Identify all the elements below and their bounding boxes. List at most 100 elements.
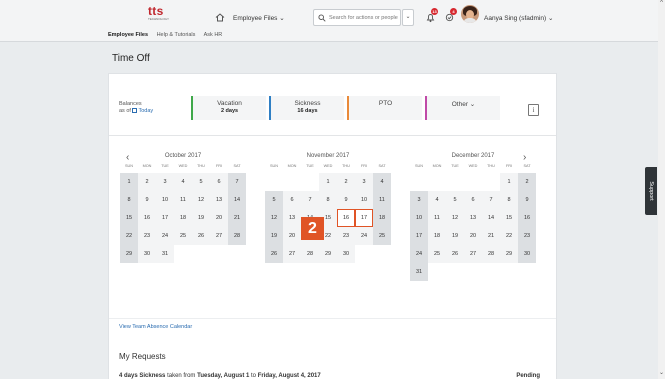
calendar-day[interactable]: 1	[120, 173, 138, 191]
calendar-day[interactable]: 3	[355, 173, 373, 191]
calendar-day[interactable]: 21	[482, 227, 500, 245]
calendar-day[interactable]: 10	[355, 191, 373, 209]
calendar-day[interactable]: 20	[464, 227, 482, 245]
calendar-day[interactable]: 3	[410, 191, 428, 209]
calendar-day[interactable]: 9	[138, 191, 156, 209]
calendar-day[interactable]: 22	[500, 227, 518, 245]
calendar-day[interactable]: 10	[156, 191, 174, 209]
calendar-day[interactable]: 2	[518, 173, 536, 191]
calendar-day[interactable]: 11	[428, 209, 446, 227]
calendar-day[interactable]: 30	[138, 245, 156, 263]
calendar-day[interactable]: 26	[192, 227, 210, 245]
calendar-day[interactable]: 20	[283, 227, 301, 245]
calendar-day[interactable]: 12	[265, 209, 283, 227]
module-menu[interactable]: Employee Files ⌄	[233, 14, 285, 22]
balance-tile-vacation[interactable]: Vacation 2 days	[191, 96, 266, 120]
calendar-day[interactable]: 18	[428, 227, 446, 245]
calendar-day[interactable]: 26	[265, 245, 283, 263]
calendar-day[interactable]: 15	[500, 209, 518, 227]
subnav-help-tutorials[interactable]: Help & Tutorials	[157, 32, 196, 38]
calendar-day[interactable]: 20	[210, 209, 228, 227]
calendar-day[interactable]: 11	[174, 191, 192, 209]
calendar-day[interactable]: 24	[410, 245, 428, 263]
calendar-day[interactable]: 16	[138, 209, 156, 227]
calendar-day[interactable]: 11	[373, 191, 391, 209]
calendar-day[interactable]: 13	[283, 209, 301, 227]
request-row[interactable]: 4 days Sickness taken from Tuesday, Augu…	[119, 373, 321, 379]
search-input[interactable]: Search for actions or people	[313, 9, 401, 26]
calendar-day[interactable]: 9	[518, 191, 536, 209]
calendar-day[interactable]: 23	[337, 227, 355, 245]
calendar-day[interactable]: 13	[464, 209, 482, 227]
calendar-day[interactable]: 19	[192, 209, 210, 227]
calendar-day[interactable]: 31	[156, 245, 174, 263]
calendar-day[interactable]: 8	[120, 191, 138, 209]
calendar-day[interactable]: 27	[464, 245, 482, 263]
info-icon[interactable]: i	[528, 104, 539, 116]
calendar-day[interactable]: 8	[319, 191, 337, 209]
calendar-day[interactable]: 29	[319, 245, 337, 263]
calendar-day[interactable]: 5	[192, 173, 210, 191]
calendar-day[interactable]: 19	[446, 227, 464, 245]
calendar-day[interactable]: 7	[482, 191, 500, 209]
home-icon[interactable]	[215, 13, 225, 22]
calendar-day[interactable]: 28	[301, 245, 319, 263]
calendar-day[interactable]: 9	[337, 191, 355, 209]
calendar-day[interactable]: 17	[156, 209, 174, 227]
calendar-day[interactable]: 17	[410, 227, 428, 245]
calendar-day[interactable]: 12	[192, 191, 210, 209]
scroll-down-arrow[interactable]: ⌄	[658, 369, 665, 379]
calendar-day[interactable]: 7	[301, 191, 319, 209]
search-scope-dropdown[interactable]: ⌄	[402, 9, 414, 26]
calendar-day[interactable]: 30	[518, 245, 536, 263]
calendar-day[interactable]: 8	[500, 191, 518, 209]
calendar-day[interactable]: 26	[446, 245, 464, 263]
calendar-day[interactable]: 16	[337, 209, 355, 227]
balance-tile-other[interactable]: Other ⌄	[425, 96, 500, 120]
calendar-day[interactable]: 24	[355, 227, 373, 245]
calendar-day[interactable]: 4	[428, 191, 446, 209]
support-tab[interactable]: Support	[645, 167, 657, 215]
calendar-day[interactable]: 5	[265, 191, 283, 209]
calendar-day[interactable]: 1	[319, 173, 337, 191]
calendar-day[interactable]: 4	[373, 173, 391, 191]
calendar-day[interactable]: 18	[174, 209, 192, 227]
calendar-day[interactable]: 23	[138, 227, 156, 245]
calendar-day[interactable]: 3	[156, 173, 174, 191]
calendar-day[interactable]: 12	[446, 209, 464, 227]
calendar-day[interactable]: 29	[120, 245, 138, 263]
calendar-day[interactable]: 5	[446, 191, 464, 209]
calendar-day[interactable]: 7	[228, 173, 246, 191]
calendar-day[interactable]: 29	[500, 245, 518, 263]
subnav-employee-files[interactable]: Employee Files	[108, 32, 148, 38]
calendar-day[interactable]: 6	[283, 191, 301, 209]
calendar-day[interactable]: 25	[373, 227, 391, 245]
balance-tile-pto[interactable]: PTO	[347, 96, 422, 120]
calendar-day[interactable]: 21	[228, 209, 246, 227]
calendar-day[interactable]: 1	[500, 173, 518, 191]
calendar-day[interactable]: 15	[120, 209, 138, 227]
calendar-day[interactable]: 27	[210, 227, 228, 245]
calendar-day[interactable]: 2	[138, 173, 156, 191]
calendar-day[interactable]: 14	[228, 191, 246, 209]
calendar-day[interactable]: 16	[518, 209, 536, 227]
scroll-up-arrow[interactable]: ^	[658, 0, 665, 10]
calendar-day[interactable]: 31	[410, 263, 428, 281]
avatar[interactable]	[461, 5, 479, 23]
calendar-day[interactable]: 22	[120, 227, 138, 245]
calendar-day[interactable]: 10	[410, 209, 428, 227]
calendar-day[interactable]: 25	[174, 227, 192, 245]
calendar-day[interactable]: 13	[210, 191, 228, 209]
user-menu[interactable]: Aanya Sing (sfadmin) ⌄	[484, 14, 553, 22]
calendar-day[interactable]: 28	[228, 227, 246, 245]
company-logo[interactable]: tts TECHNOLOGY	[148, 5, 174, 25]
calendar-day[interactable]: 27	[283, 245, 301, 263]
calendar-day[interactable]: 19	[265, 227, 283, 245]
calendar-day[interactable]: 2	[337, 173, 355, 191]
calendar-day[interactable]: 28	[482, 245, 500, 263]
subnav-ask-hr[interactable]: Ask HR	[204, 32, 223, 38]
team-absence-calendar-link[interactable]: View Team Absence Calendar	[119, 324, 192, 330]
balance-tile-sickness[interactable]: Sickness 16 days	[269, 96, 344, 120]
calendar-day[interactable]: 14	[482, 209, 500, 227]
calendar-day[interactable]: 6	[464, 191, 482, 209]
